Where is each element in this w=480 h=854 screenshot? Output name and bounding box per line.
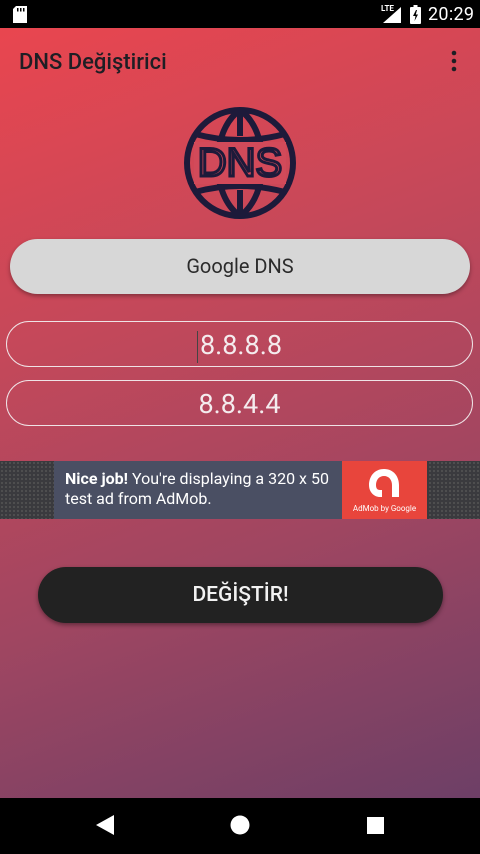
battery-charging-icon [410, 5, 421, 24]
change-dns-button[interactable]: DEĞİŞTİR! [38, 567, 443, 623]
app-title: DNS Değiştirici [19, 50, 167, 75]
secondary-dns-input[interactable]: 8.8.4.4 [6, 380, 473, 426]
ad-headline: Nice job! [65, 469, 128, 488]
clock: 20:29 [428, 4, 475, 25]
overflow-menu-icon[interactable] [450, 50, 458, 72]
home-icon[interactable] [230, 815, 250, 835]
signal-icon [383, 7, 401, 23]
logo-text: DNS [198, 141, 282, 185]
globe-icon: DNS [184, 107, 296, 219]
primary-dns-input[interactable]: 8.8.8.8 [6, 321, 473, 367]
admob-logo[interactable]: AdMob by Google [342, 461, 427, 519]
status-bar: LTE 20:29 [0, 0, 480, 28]
text-cursor [196, 330, 198, 363]
back-icon[interactable] [96, 815, 114, 835]
navigation-bar [0, 798, 480, 854]
admob-caption: AdMob by Google [352, 504, 417, 513]
primary-dns-value: 8.8.8.8 [199, 329, 283, 361]
app-screen: DNS Değiştirici DNS Google DNS 8.8.8.8 8… [0, 28, 480, 798]
admob-icon [369, 469, 399, 497]
sd-card-icon [13, 6, 27, 23]
recents-icon[interactable] [367, 817, 384, 834]
secondary-dns-value: 8.8.4.4 [198, 388, 281, 420]
dns-provider-button[interactable]: Google DNS [10, 239, 470, 294]
ad-banner[interactable]: Nice job! You're displaying a 320 x 50 t… [54, 461, 342, 519]
